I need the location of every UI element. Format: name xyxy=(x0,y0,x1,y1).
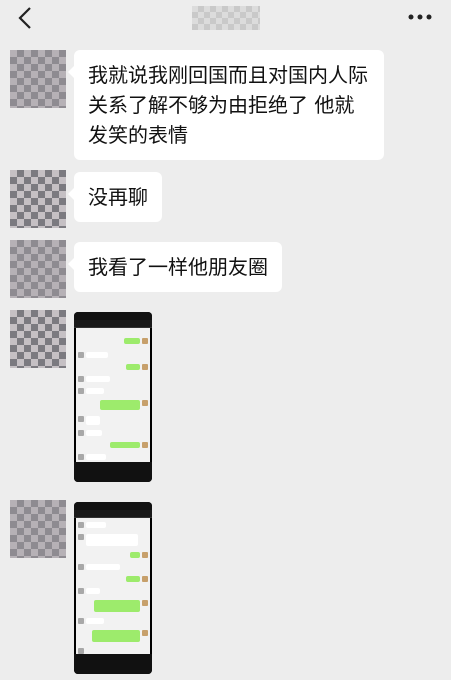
image-message xyxy=(0,310,451,482)
screenshot-image[interactable] xyxy=(74,502,152,674)
chat-message: 没再聊 xyxy=(0,170,451,228)
message-bubble[interactable]: 没再聊 xyxy=(68,172,162,222)
contact-name-blurred xyxy=(192,6,260,30)
chevron-left-icon[interactable] xyxy=(14,6,38,30)
chat-message: 我就说我刚回国而且对国内人际关系了解不够为由拒绝了 他就发笑的表情 xyxy=(0,50,451,160)
chat-message: 我看了一样他朋友圈 xyxy=(0,240,451,298)
message-bubble[interactable]: 我看了一样他朋友圈 xyxy=(68,242,282,292)
message-bubble[interactable]: 我就说我刚回国而且对国内人际关系了解不够为由拒绝了 他就发笑的表情 xyxy=(68,50,384,160)
chat-header xyxy=(0,0,451,40)
message-text: 我就说我刚回国而且对国内人际关系了解不够为由拒绝了 他就发笑的表情 xyxy=(88,63,368,147)
message-text: 我看了一样他朋友圈 xyxy=(88,255,268,279)
message-text: 没再聊 xyxy=(88,185,148,209)
avatar[interactable] xyxy=(10,240,66,298)
avatar[interactable] xyxy=(10,500,66,558)
more-dots-icon[interactable] xyxy=(407,10,433,24)
screenshot-image[interactable] xyxy=(74,312,152,482)
avatar[interactable] xyxy=(10,170,66,228)
avatar[interactable] xyxy=(10,310,66,368)
avatar[interactable] xyxy=(10,50,66,108)
image-message xyxy=(0,500,451,676)
